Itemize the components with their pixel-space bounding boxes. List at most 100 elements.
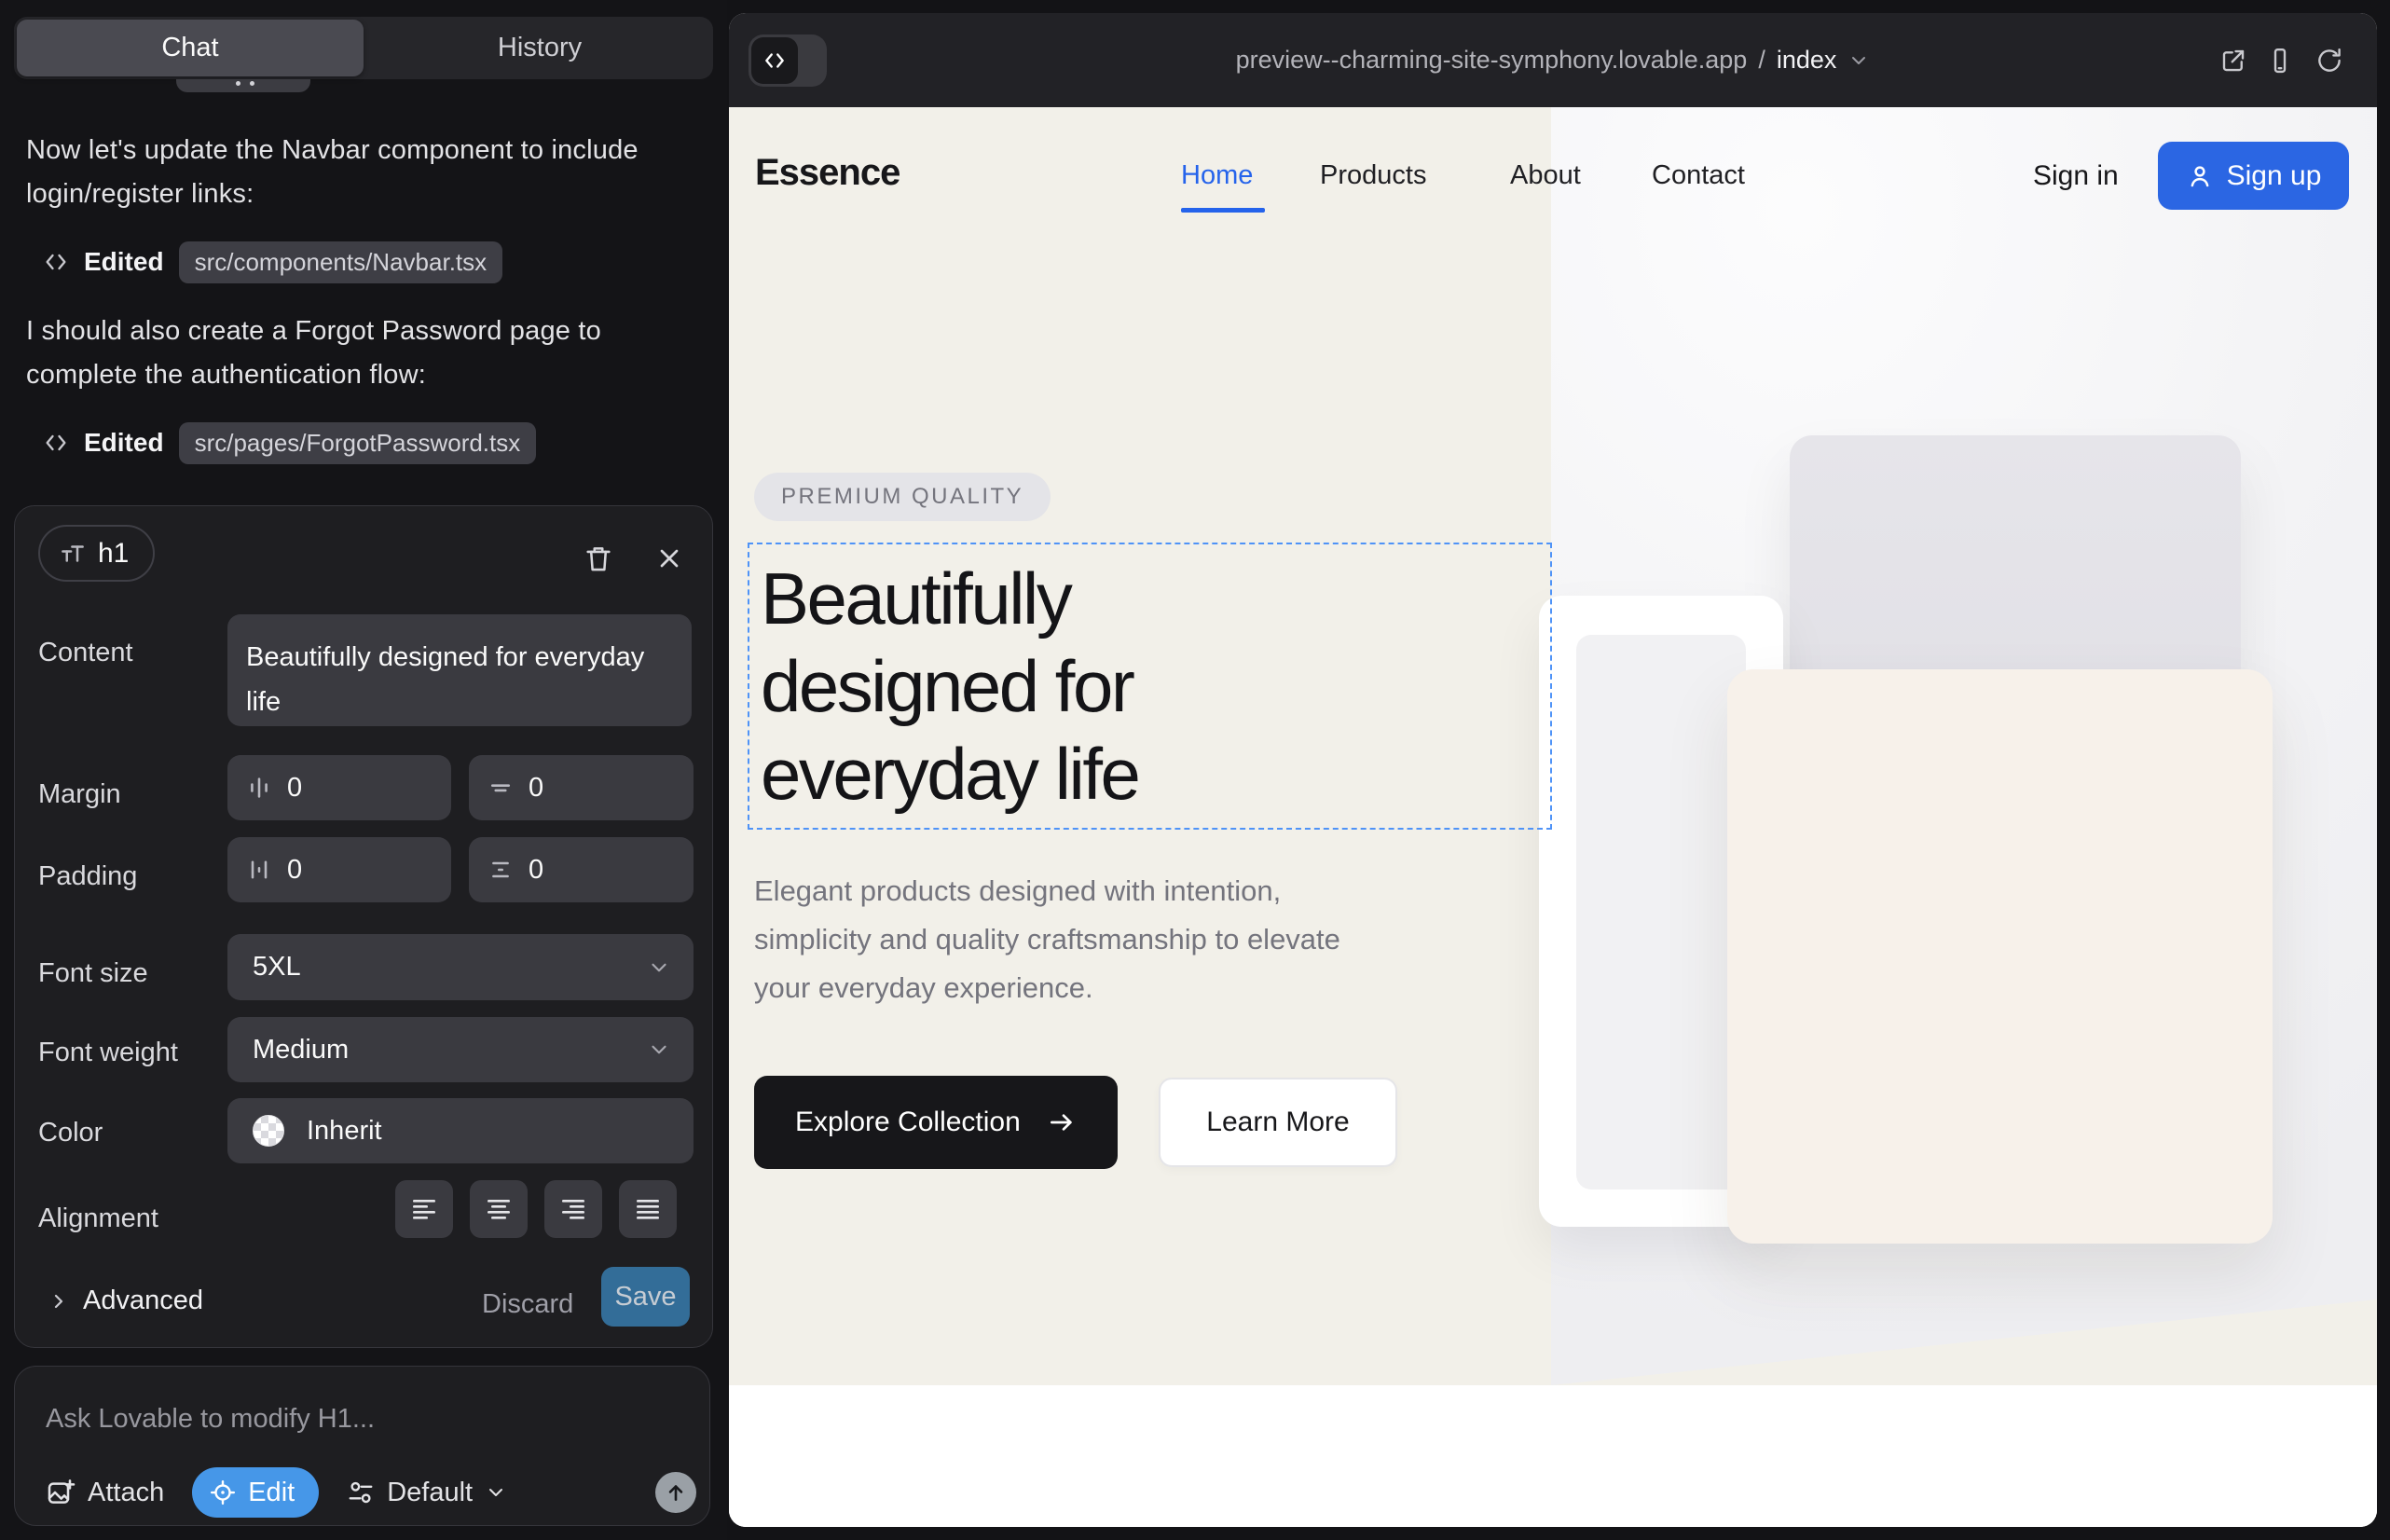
external-link-icon [2219, 47, 2247, 75]
hero-description: Elegant products designed with intention… [754, 867, 1397, 1012]
site-logo[interactable]: Essence [755, 152, 900, 194]
sign-up-button[interactable]: Sign up [2158, 142, 2349, 210]
tab-history-label: History [498, 33, 582, 63]
nav-link-about[interactable]: About [1510, 160, 1581, 191]
edit-mode-button[interactable]: Edit [192, 1467, 319, 1518]
edited-label: Edited [84, 428, 164, 458]
edit-mode-label: Edit [248, 1478, 295, 1508]
headline-line: Beautifully [761, 555, 1138, 642]
file-chip[interactable]: src/components/Navbar.tsx [179, 241, 503, 283]
chat-history-tabbar: Chat History [14, 17, 713, 79]
target-icon [209, 1478, 237, 1506]
chevron-right-icon [48, 1290, 70, 1313]
padding-label: Padding [38, 861, 137, 892]
model-selector[interactable]: Default [347, 1478, 507, 1508]
nav-active-underline [1181, 208, 1265, 213]
advanced-label: Advanced [83, 1286, 203, 1316]
send-button[interactable] [655, 1472, 696, 1513]
tab-chat-label: Chat [161, 33, 218, 63]
dot [236, 81, 240, 86]
headline-line: designed for [761, 642, 1138, 730]
align-left-icon [409, 1194, 439, 1224]
url-bar[interactable]: preview--charming-site-symphony.lovable.… [729, 13, 2377, 107]
align-right-icon [558, 1194, 588, 1224]
tab-chat[interactable]: Chat [17, 20, 364, 76]
font-size-select[interactable]: 5XL [227, 934, 694, 1000]
next-section [729, 1385, 2377, 1527]
align-justify-button[interactable] [619, 1180, 677, 1238]
align-center-icon [484, 1194, 514, 1224]
typography-icon [59, 540, 87, 568]
chat-message: Now let's update the Navbar component to… [26, 129, 669, 216]
font-weight-value: Medium [253, 1035, 647, 1066]
hero-headline: Beautifully designed for everyday life [761, 555, 1138, 818]
url-separator: / [1758, 46, 1765, 75]
trash-icon [583, 543, 614, 574]
chat-message: I should also create a Forgot Password p… [26, 309, 669, 397]
element-editor-panel: h1 Content Beautifully designed for ever… [14, 505, 713, 1348]
prompt-input[interactable]: Ask Lovable to modify H1... [46, 1404, 375, 1435]
decor-card-white-inner [1576, 635, 1746, 1189]
explore-collection-label: Explore Collection [795, 1107, 1021, 1138]
color-select[interactable]: Inherit [227, 1098, 694, 1163]
align-justify-icon [633, 1194, 663, 1224]
selected-element-tag: h1 [98, 538, 129, 570]
code-icon [43, 430, 69, 456]
sliders-icon [347, 1478, 375, 1506]
margin-y-input[interactable]: 0 [469, 755, 694, 820]
prompt-composer: Ask Lovable to modify H1... Attach Edit … [14, 1366, 710, 1526]
scrolled-chip-peek [176, 79, 310, 92]
padding-y-input[interactable]: 0 [469, 837, 694, 902]
close-editor-button[interactable] [645, 534, 694, 583]
refresh-button[interactable] [2315, 47, 2343, 75]
edited-label: Edited [84, 247, 164, 277]
padding-x-input[interactable]: 0 [227, 837, 451, 902]
margin-vertical-icon [488, 775, 514, 801]
mobile-view-button[interactable] [2266, 47, 2294, 75]
arrow-up-icon [664, 1480, 688, 1505]
attach-button[interactable]: Attach [46, 1478, 164, 1508]
url-domain: preview--charming-site-symphony.lovable.… [1236, 46, 1748, 75]
color-swatch-transparent [253, 1115, 284, 1147]
margin-x-input[interactable]: 0 [227, 755, 451, 820]
composer-toolbar: Attach Edit Default [46, 1467, 507, 1518]
nav-link-home[interactable]: Home [1181, 160, 1253, 191]
arrow-right-icon [1047, 1107, 1077, 1137]
open-external-button[interactable] [2219, 47, 2247, 75]
preview-frame: preview--charming-site-symphony.lovable.… [729, 13, 2377, 1527]
nav-link-products[interactable]: Products [1320, 160, 1426, 191]
align-left-button[interactable] [395, 1180, 453, 1238]
sign-up-label: Sign up [2227, 160, 2322, 192]
explore-collection-button[interactable]: Explore Collection [754, 1076, 1118, 1169]
user-icon [2186, 162, 2214, 190]
tab-history[interactable]: History [366, 17, 713, 79]
align-center-button[interactable] [470, 1180, 528, 1238]
align-right-button[interactable] [544, 1180, 602, 1238]
learn-more-button[interactable]: Learn More [1159, 1078, 1397, 1167]
content-label: Content [38, 638, 133, 668]
delete-element-button[interactable] [574, 534, 623, 583]
font-weight-select[interactable]: Medium [227, 1017, 694, 1082]
advanced-toggle[interactable]: Advanced [48, 1286, 203, 1316]
smartphone-icon [2266, 47, 2294, 75]
sign-in-link[interactable]: Sign in [2033, 160, 2119, 192]
discard-button[interactable]: Discard [482, 1289, 573, 1320]
font-weight-label: Font weight [38, 1038, 178, 1068]
attach-image-icon [46, 1478, 76, 1507]
content-input[interactable]: Beautifully designed for everyday life [227, 614, 692, 726]
padding-x-value: 0 [287, 855, 302, 886]
edited-file-row: Edited src/pages/ForgotPassword.tsx [43, 421, 536, 464]
selected-element-chip[interactable]: h1 [38, 525, 155, 582]
close-icon [654, 543, 684, 573]
premium-quality-badge: PREMIUM QUALITY [754, 473, 1051, 521]
save-button[interactable]: Save [601, 1267, 690, 1327]
margin-horizontal-icon [246, 775, 272, 801]
dot [250, 81, 254, 86]
model-selector-label: Default [387, 1478, 473, 1508]
nav-link-contact[interactable]: Contact [1652, 160, 1745, 191]
file-chip[interactable]: src/pages/ForgotPassword.tsx [179, 422, 537, 464]
browser-chrome: preview--charming-site-symphony.lovable.… [729, 13, 2377, 107]
margin-x-value: 0 [287, 773, 302, 804]
code-icon [43, 249, 69, 275]
alignment-label: Alignment [38, 1203, 158, 1234]
